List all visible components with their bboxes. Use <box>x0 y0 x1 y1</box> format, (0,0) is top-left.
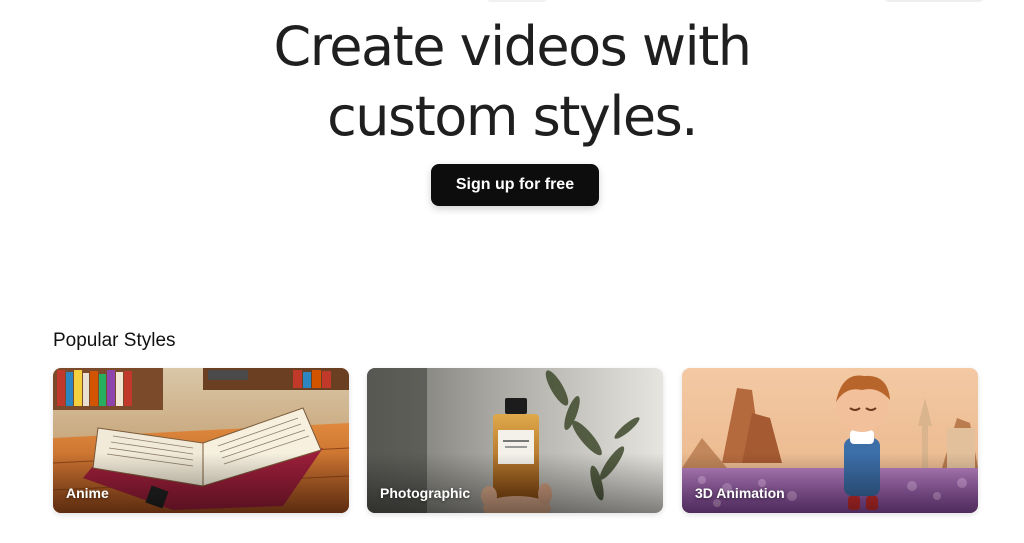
style-card-label: 3D Animation <box>695 485 785 501</box>
hero-title-line-1: Create videos with <box>273 15 752 78</box>
hero-title: Create videos with custom styles. <box>0 12 1024 152</box>
top-nav-button[interactable] <box>884 0 984 2</box>
style-card-3d-animation[interactable]: 3D Animation <box>682 368 978 513</box>
style-card-photographic[interactable]: Photographic <box>367 368 663 513</box>
style-card-label: Anime <box>66 485 109 501</box>
hero-title-line-2: custom styles. <box>327 85 698 148</box>
page: Create videos with custom styles. Sign u… <box>0 0 1024 543</box>
top-nav-element[interactable] <box>487 0 547 2</box>
style-card-label: Photographic <box>380 485 471 501</box>
sign-up-button[interactable]: Sign up for free <box>431 164 599 206</box>
style-card-anime[interactable]: Anime <box>53 368 349 513</box>
popular-styles-title: Popular Styles <box>53 330 176 351</box>
